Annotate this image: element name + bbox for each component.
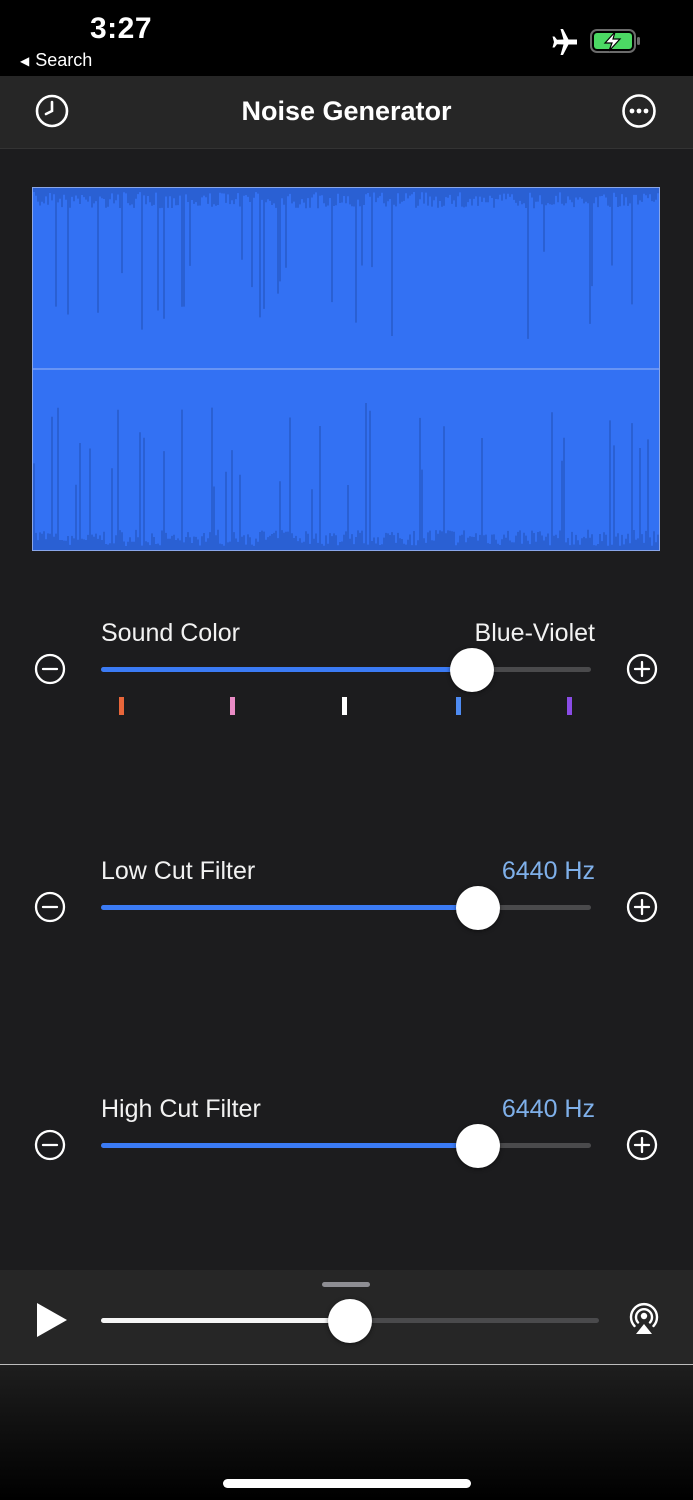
play-icon [37,1303,67,1337]
high-cut-value: 6440 Hz [501,1095,595,1123]
status-bar: 3:27 ◀ Search [0,0,693,76]
back-label: Search [35,50,93,70]
color-tick-4 [567,697,573,715]
status-time: 3:27 [90,12,153,45]
minus-circle-icon [34,1129,66,1161]
low-cut-increase-button[interactable] [626,891,658,923]
sound-color-slider-thumb[interactable] [450,648,495,692]
volume-slider-fill [101,1318,350,1323]
minus-circle-icon [34,653,66,685]
battery-charging-icon [590,29,640,53]
home-indicator[interactable] [223,1479,471,1488]
low-cut-value: 6440 Hz [501,857,595,885]
play-button[interactable] [34,1300,70,1340]
high-cut-slider-thumb[interactable] [455,1124,500,1168]
plus-circle-icon [626,1129,658,1161]
high-cut-slider-fill [101,1143,478,1148]
more-icon [622,94,656,128]
color-tick-0 [118,697,124,715]
plus-circle-icon [626,891,658,923]
airplay-icon [629,1303,659,1334]
high-cut-control: High Cut Filter 6440 Hz [0,1095,693,1225]
color-tick-3 [455,697,461,715]
low-cut-slider-thumb[interactable] [455,886,500,930]
plus-circle-icon [626,653,658,685]
high-cut-label: High Cut Filter [101,1095,261,1123]
low-cut-decrease-button[interactable] [34,891,66,923]
waveform-display [32,187,660,551]
sound-color-label: Sound Color [101,619,240,647]
more-options-button[interactable] [621,93,657,129]
sound-color-value: Blue-Violet [474,619,595,647]
volume-slider-thumb[interactable] [328,1299,372,1343]
sound-color-increase-button[interactable] [626,653,658,685]
back-to-search-link[interactable]: ◀ Search [20,50,92,71]
airplane-icon [552,29,577,55]
sheet-grabber[interactable] [322,1282,370,1287]
main-panel: Sound Color Blue-Violet Low Cut Filter 6… [0,149,693,1270]
airplay-button[interactable] [626,1300,662,1336]
waveform-graphic [33,188,659,550]
player-bar [0,1270,693,1365]
high-cut-slider[interactable] [101,1124,591,1168]
low-cut-control: Low Cut Filter 6440 Hz [0,857,693,987]
sound-color-slider-fill [101,667,473,672]
page-title: Noise Generator [241,96,452,126]
sound-color-control: Sound Color Blue-Violet [0,619,693,749]
high-cut-decrease-button[interactable] [34,1129,66,1161]
bottom-area [0,1365,693,1500]
high-cut-increase-button[interactable] [626,1129,658,1161]
minus-circle-icon [34,891,66,923]
back-arrow-icon: ◀ [20,53,30,68]
sound-color-decrease-button[interactable] [34,653,66,685]
low-cut-slider-fill [101,905,478,910]
volume-slider[interactable] [101,1299,599,1343]
nav-bar: Noise Generator [0,76,693,149]
low-cut-slider[interactable] [101,886,591,930]
color-tick-1 [230,697,236,715]
sound-color-slider[interactable] [101,648,591,692]
low-cut-label: Low Cut Filter [101,857,256,885]
color-tick-2 [342,697,348,715]
